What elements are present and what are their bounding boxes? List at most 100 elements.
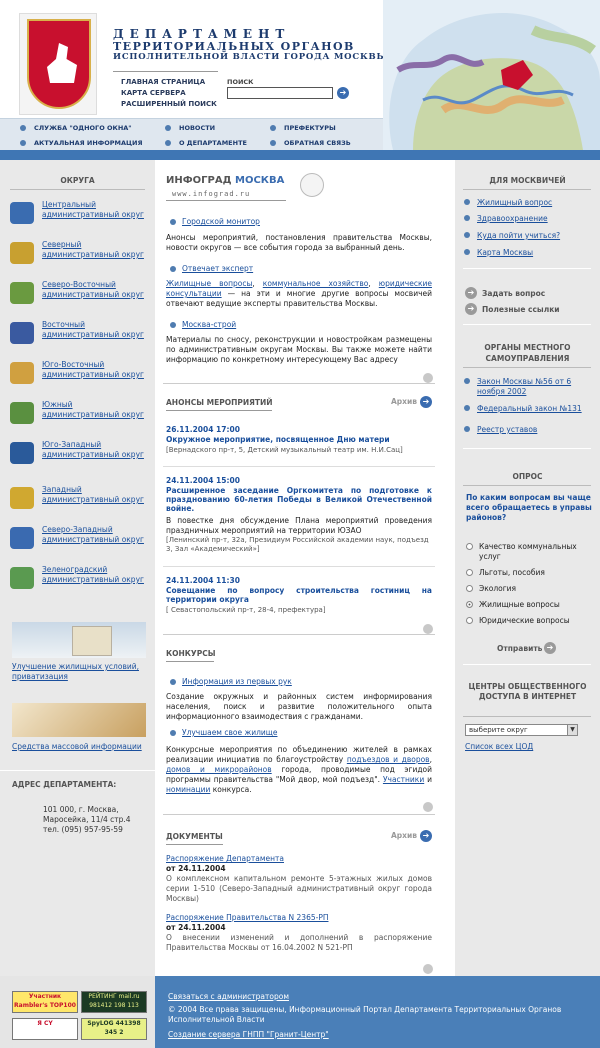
poll-submit-button[interactable]: Отправить (497, 644, 542, 653)
event-title[interactable]: Совещание по вопросу строительства гости… (166, 586, 432, 604)
education-link[interactable]: Куда пойти учиться? (463, 231, 560, 240)
divider (463, 189, 591, 190)
bullet-icon (170, 679, 176, 685)
first-hand-info-link[interactable]: Информация из первых рук (182, 677, 292, 686)
expert-link[interactable]: Отвечает эксперт (182, 264, 253, 273)
document-title-link[interactable]: Распоряжение Департамента (166, 854, 284, 863)
poll-option[interactable]: Льготы, пособия (466, 568, 545, 578)
submit-arrow-icon[interactable]: ➔ (544, 642, 556, 654)
radio-button[interactable] (466, 585, 473, 592)
useful-links-link[interactable]: Полезные ссылки (482, 305, 560, 314)
housing-questions-link[interactable]: Жилищные вопросы (166, 279, 252, 288)
media-promo-image[interactable] (12, 703, 146, 737)
bullet-icon (270, 125, 276, 131)
scroll-up-icon[interactable] (423, 964, 433, 974)
rambler-top100-badge[interactable]: Участник Rambler's TOP100 (12, 991, 78, 1013)
poll-option[interactable]: Экология (466, 584, 516, 594)
home-link[interactable]: ГЛАВНАЯ СТРАНИЦА (121, 78, 205, 86)
district-item-south[interactable]: Южный административный округ (10, 400, 150, 430)
district-label: Северо-Западный административный округ (42, 525, 144, 544)
contact-admin-link[interactable]: Связаться с администратором (168, 992, 289, 1002)
radio-button[interactable] (466, 617, 473, 624)
district-item-northwest[interactable]: Северо-Западный административный округ (10, 525, 150, 555)
nav-actual-info[interactable]: АКТУАЛЬНАЯ ИНФОРМАЦИЯ (20, 139, 143, 147)
scroll-up-icon[interactable] (423, 624, 433, 634)
charters-registry-link[interactable]: Реестр уставов (463, 425, 537, 434)
document-title-link[interactable]: Распоряжение Правительства N 2365-РП (166, 913, 328, 922)
utilities-link[interactable]: коммунальное хозяйство (263, 279, 369, 288)
district-emblem-icon (10, 402, 34, 424)
address-line: 101 000, г. Москва, (43, 805, 119, 814)
poll-option[interactable]: Качество коммунальных услуг (466, 542, 591, 562)
district-label: Зеленоградский административный округ (42, 565, 144, 584)
nav-about[interactable]: О ДЕПАРТАМЕНТЕ (165, 139, 247, 147)
poll-option[interactable]: Юридические вопросы (466, 616, 570, 626)
infograd-name: ИНФОГРАД (166, 175, 232, 186)
search-input[interactable] (227, 87, 333, 99)
chevron-down-icon[interactable]: ▼ (567, 725, 577, 735)
participants-link[interactable]: Участники (383, 775, 424, 784)
radio-button-checked[interactable] (466, 601, 473, 608)
housing-promo-image[interactable] (12, 622, 146, 658)
events-archive-link[interactable]: Архив (391, 397, 417, 406)
radio-button[interactable] (466, 569, 473, 576)
improve-housing-link[interactable]: Улучшаем свое жилище (182, 728, 277, 737)
yandex-cy-badge[interactable]: Я CY (12, 1018, 78, 1040)
ask-question-link[interactable]: Задать вопрос (482, 289, 545, 298)
docs-archive-link[interactable]: Архив (391, 831, 417, 840)
district-item-east[interactable]: Восточный административный округ (10, 320, 150, 350)
city-monitor-link[interactable]: Городской монитор (182, 217, 260, 226)
scroll-up-icon[interactable] (423, 373, 433, 383)
divider (10, 189, 145, 190)
scroll-up-icon[interactable] (423, 802, 433, 812)
divider (463, 367, 591, 368)
moscow-coat-of-arms-logo[interactable] (19, 13, 97, 115)
nav-news[interactable]: НОВОСТИ (165, 124, 215, 132)
district-item-west[interactable]: Западный административный округ (10, 485, 150, 515)
district-item-central[interactable]: Центральный административный округ (10, 200, 150, 230)
event-title[interactable]: Окружное мероприятие, посвященное Дню ма… (166, 435, 432, 444)
event-title[interactable]: Расширенное заседание Оргкомитета по под… (166, 486, 432, 513)
for-muscovites-heading: ДЛЯ МОСКВИЧЕЙ (489, 176, 566, 185)
district-item-north[interactable]: Северный административный округ (10, 240, 150, 270)
search-go-icon[interactable]: ➔ (337, 87, 349, 99)
archive-arrow-icon[interactable]: ➔ (420, 396, 432, 408)
all-cod-link[interactable]: Список всех ЦОД (465, 742, 533, 751)
bullet-icon (170, 219, 176, 225)
event-date: 24.11.2004 15:00 (166, 476, 240, 485)
moscow-map-image[interactable] (383, 0, 600, 150)
spylog-badge[interactable]: SpyLOG 441398 345 2 (81, 1018, 147, 1040)
nav-one-window[interactable]: СЛУЖБА "ОДНОГО ОКНА" (20, 124, 132, 132)
sitemap-link[interactable]: КАРТА СЕРВЕРА (121, 89, 186, 97)
federal-law-131-link[interactable]: Федеральный закон №131 (464, 404, 582, 413)
nav-label: АКТУАЛЬНАЯ ИНФОРМАЦИЯ (34, 139, 143, 147)
useful-links-arrow-icon[interactable]: ➔ (465, 303, 477, 315)
contest2-desc: , (429, 755, 432, 764)
infograd-brand[interactable]: ИНФОГРАД МОСКВА (166, 175, 284, 186)
housing-link[interactable]: Жилищный вопрос (463, 198, 552, 207)
advanced-search-link[interactable]: РАСШИРЕННЫЙ ПОИСК (121, 100, 217, 108)
archive-arrow-icon[interactable]: ➔ (420, 830, 432, 842)
district-item-southwest[interactable]: Юго-Западный административный округ (10, 440, 150, 470)
houses-districts-link[interactable]: домов и микрорайонов (166, 765, 272, 774)
moscow-build-link[interactable]: Москва-строй (182, 320, 236, 329)
media-promo-link[interactable]: Средства массовой информации (12, 742, 146, 751)
housing-promo-link[interactable]: Улучшение жилищных условий, приватизация (12, 662, 146, 682)
district-item-zelenograd[interactable]: Зеленоградский административный округ (10, 565, 150, 595)
nominations-link[interactable]: номинации (166, 785, 210, 794)
district-item-southeast[interactable]: Юго-Восточный административный округ (10, 360, 150, 390)
entrances-yards-link[interactable]: подъездов и дворов (347, 755, 430, 764)
mailru-rating-badge[interactable]: РЕЙТИНГ mail.ru 981412 198 113 (81, 991, 147, 1013)
poll-option-selected[interactable]: Жилищные вопросы (466, 600, 560, 610)
moscow-law-56-link[interactable]: Закон Москвы №56 от 6 ноября 2002 (464, 377, 590, 397)
created-by-link[interactable]: Создание сервера ГНПП "Гранит-Центр" (168, 1030, 329, 1040)
district-item-northeast[interactable]: Северо-Восточный административный округ (10, 280, 150, 310)
nav-feedback[interactable]: ОБРАТНАЯ СВЯЗЬ (270, 139, 351, 147)
ask-question-arrow-icon[interactable]: ➔ (465, 287, 477, 299)
moscow-map-link[interactable]: Карта Москвы (463, 248, 533, 257)
nav-prefectures[interactable]: ПРЕФЕКТУРЫ (270, 124, 336, 132)
healthcare-link[interactable]: Здравоохранение (464, 214, 548, 223)
radio-button[interactable] (466, 543, 473, 550)
district-select[interactable]: выберите округ ▼ (465, 724, 578, 736)
district-emblem-icon (10, 242, 34, 264)
